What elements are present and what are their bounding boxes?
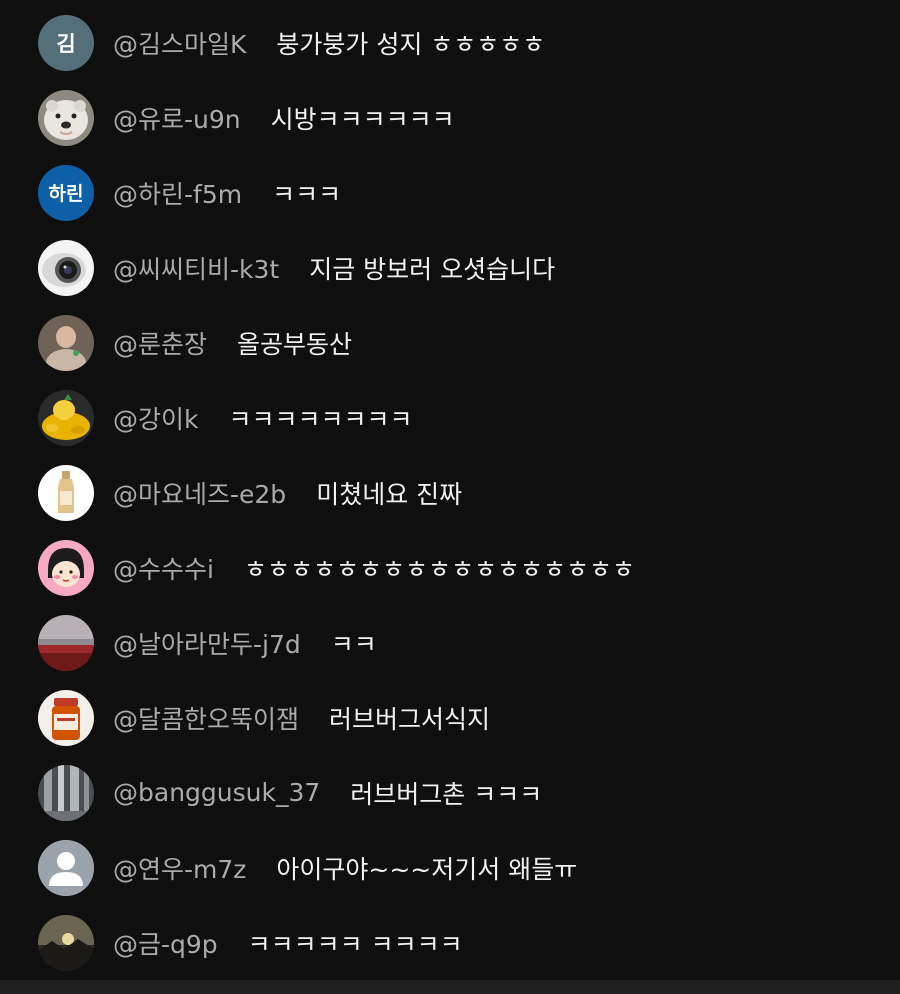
message-text: 미쳤네요 진짜 bbox=[316, 479, 463, 509]
author-name[interactable]: @강이k bbox=[113, 400, 198, 436]
sunset-field-photo-icon[interactable] bbox=[38, 614, 94, 671]
author-name[interactable]: @수수수i bbox=[113, 550, 214, 586]
message-text: ㅎㅎㅎㅎㅎㅎㅎㅎㅎㅎㅎㅎㅎㅎㅎㅎㅎ bbox=[243, 554, 635, 584]
yellow-fruit-photo-icon[interactable] bbox=[38, 389, 94, 446]
message-text: 러브버그서식지 bbox=[329, 704, 491, 734]
author-name[interactable]: @금-q9p bbox=[113, 925, 218, 961]
author-name[interactable]: @하린-f5m bbox=[113, 175, 242, 211]
cartoon-girl-avatar-icon[interactable] bbox=[38, 539, 94, 596]
bottle-photo-icon[interactable] bbox=[38, 464, 94, 521]
message-text: 붕가붕가 성지 ㅎㅎㅎㅎㅎ bbox=[276, 29, 546, 59]
author-name[interactable]: @마요네즈-e2b bbox=[113, 475, 286, 511]
chat-message: @룬춘장 올공부동산 bbox=[0, 305, 900, 380]
chat-message: 하린 @하린-f5m ㅋㅋㅋ bbox=[0, 155, 900, 230]
chat-message: @강이k ㅋㅋㅋㅋㅋㅋㅋㅋ bbox=[0, 380, 900, 455]
avatar-initial: 하린 bbox=[48, 183, 84, 205]
cctv-camera-photo-icon[interactable] bbox=[38, 239, 94, 296]
avatar-initial-icon[interactable]: 김 bbox=[38, 14, 94, 71]
dusk-landscape-photo-icon[interactable] bbox=[38, 914, 94, 971]
message-text: ㅋㅋㅋㅋㅋ ㅋㅋㅋㅋ bbox=[247, 929, 463, 959]
person-photo-icon[interactable] bbox=[38, 314, 94, 371]
message-text: 러브버그촌 ㅋㅋㅋ bbox=[350, 779, 543, 809]
message-text: 올공부동산 bbox=[237, 329, 353, 359]
author-name[interactable]: @날아라만두-j7d bbox=[113, 625, 301, 661]
default-user-avatar-icon[interactable] bbox=[38, 839, 94, 896]
chat-message: @수수수i ㅎㅎㅎㅎㅎㅎㅎㅎㅎㅎㅎㅎㅎㅎㅎㅎㅎ bbox=[0, 530, 900, 605]
chat-message: @달콤한오뚝이잼 러브버그서식지 bbox=[0, 680, 900, 755]
message-text: 아이구야~~~저기서 왜들ㅠ bbox=[276, 854, 578, 884]
message-text: 시방ㅋㅋㅋㅋㅋㅋ bbox=[270, 104, 455, 134]
chat-message: @유로-u9n 시방ㅋㅋㅋㅋㅋㅋ bbox=[0, 80, 900, 155]
author-name[interactable]: @달콤한오뚝이잼 bbox=[113, 700, 299, 736]
waterfall-photo-icon[interactable] bbox=[38, 764, 94, 821]
avatar-initial-icon[interactable]: 하린 bbox=[38, 164, 94, 221]
chat-message: 김 @김스마일K 붕가붕가 성지 ㅎㅎㅎㅎㅎ bbox=[0, 5, 900, 80]
author-name[interactable]: @룬춘장 bbox=[113, 325, 207, 361]
chat-message: @씨씨티비-k3t 지금 방보러 오셧습니다 bbox=[0, 230, 900, 305]
author-name[interactable]: @연우-m7z bbox=[113, 850, 246, 886]
author-name[interactable]: @김스마일K bbox=[113, 25, 246, 61]
chat-message: @banggusuk_37 러브버그촌 ㅋㅋㅋ bbox=[0, 755, 900, 830]
live-chat-list: 김 @김스마일K 붕가붕가 성지 ㅎㅎㅎㅎㅎ @유로-u9n 시방ㅋㅋㅋㅋㅋㅋ … bbox=[0, 5, 900, 980]
chat-message: @금-q9p ㅋㅋㅋㅋㅋ ㅋㅋㅋㅋ bbox=[0, 905, 900, 980]
avatar-initial: 김 bbox=[56, 31, 76, 56]
polar-bear-photo-icon[interactable] bbox=[38, 89, 94, 146]
message-text: ㅋㅋㅋㅋㅋㅋㅋㅋ bbox=[228, 404, 413, 434]
bottom-bar bbox=[0, 980, 900, 994]
chat-message: @연우-m7z 아이구야~~~저기서 왜들ㅠ bbox=[0, 830, 900, 905]
message-text: ㅋㅋㅋ bbox=[272, 179, 342, 209]
author-name[interactable]: @유로-u9n bbox=[113, 100, 241, 136]
message-text: ㅋㅋ bbox=[330, 629, 377, 659]
author-name[interactable]: @씨씨티비-k3t bbox=[113, 250, 279, 286]
chat-message: @마요네즈-e2b 미쳤네요 진짜 bbox=[0, 455, 900, 530]
chat-message: @날아라만두-j7d ㅋㅋ bbox=[0, 605, 900, 680]
jam-jar-photo-icon[interactable] bbox=[38, 689, 94, 746]
message-text: 지금 방보러 오셧습니다 bbox=[309, 254, 556, 284]
author-name[interactable]: @banggusuk_37 bbox=[113, 778, 320, 807]
